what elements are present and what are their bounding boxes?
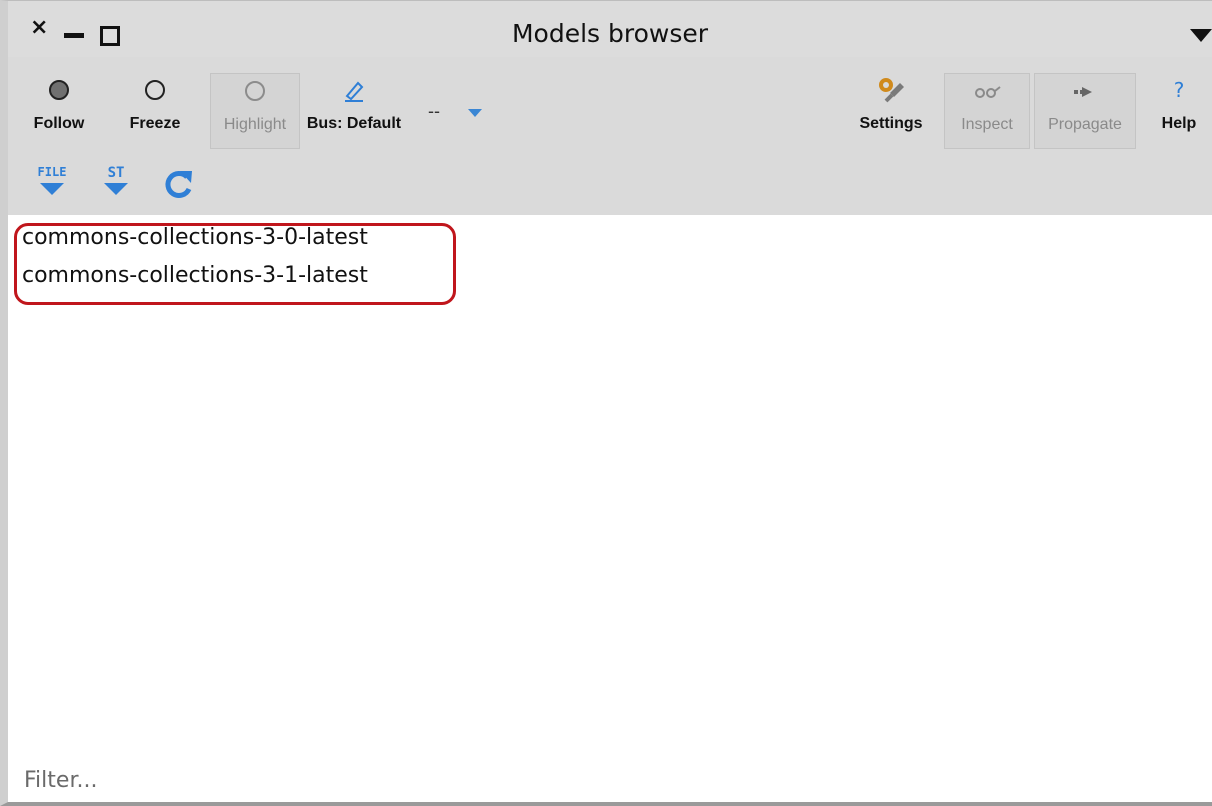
window-menu-button[interactable] bbox=[1190, 29, 1212, 42]
st-icon-text: ST bbox=[108, 165, 125, 181]
inspect-button[interactable]: Inspect bbox=[944, 73, 1030, 149]
propagate-label: Propagate bbox=[1048, 116, 1122, 133]
help-icon: ? bbox=[1173, 78, 1185, 102]
freeze-button[interactable]: Freeze bbox=[120, 73, 190, 149]
toolbar: Follow Freeze Highlight Bus: Default -- bbox=[8, 67, 1212, 149]
filter-input[interactable] bbox=[24, 762, 1194, 798]
highlight-annotation-box bbox=[14, 223, 456, 305]
title-bar: × Models browser bbox=[8, 1, 1212, 57]
filter-bar bbox=[8, 758, 1212, 802]
help-button[interactable]: ? Help bbox=[1154, 73, 1204, 149]
window-title: Models browser bbox=[511, 19, 709, 48]
follow-label: Follow bbox=[33, 115, 85, 132]
bus-label: Bus: Default bbox=[306, 115, 402, 132]
propagate-button[interactable]: Propagate bbox=[1034, 73, 1136, 149]
file-icon-text: FILE bbox=[38, 165, 67, 179]
highlight-radio-icon bbox=[245, 81, 265, 101]
follow-radio-icon bbox=[49, 80, 69, 100]
settings-button[interactable]: Settings bbox=[854, 73, 928, 149]
file-download-icon: FILE bbox=[38, 165, 67, 195]
models-list[interactable]: commons-collections-3-0-latest commons-c… bbox=[8, 215, 1212, 758]
secondary-toolbar: FILE ST bbox=[8, 159, 1212, 209]
bus-selector-value: -- bbox=[428, 101, 440, 121]
highlight-label: Highlight bbox=[223, 116, 287, 133]
refresh-icon bbox=[165, 171, 192, 198]
freeze-radio-icon bbox=[145, 80, 165, 100]
inspect-label: Inspect bbox=[961, 116, 1013, 133]
freeze-label: Freeze bbox=[129, 115, 181, 132]
models-browser-window: × Models browser Follow Freeze Highlight bbox=[0, 0, 1212, 806]
bus-dropdown-caret-icon[interactable] bbox=[468, 109, 482, 117]
import-st-button[interactable]: ST bbox=[98, 165, 134, 205]
settings-wrench-icon bbox=[879, 78, 904, 103]
highlight-button[interactable]: Highlight bbox=[210, 73, 300, 149]
inspect-glasses-icon bbox=[975, 86, 1001, 98]
help-label: Help bbox=[1161, 115, 1197, 132]
st-download-icon: ST bbox=[104, 165, 128, 195]
settings-label: Settings bbox=[859, 115, 923, 132]
import-file-button[interactable]: FILE bbox=[34, 165, 70, 205]
bus-button[interactable]: Bus: Default bbox=[302, 73, 406, 149]
pencil-icon bbox=[345, 81, 364, 102]
refresh-button[interactable] bbox=[158, 165, 198, 205]
follow-button[interactable]: Follow bbox=[26, 73, 92, 149]
propagate-arrow-icon bbox=[1074, 87, 1092, 97]
